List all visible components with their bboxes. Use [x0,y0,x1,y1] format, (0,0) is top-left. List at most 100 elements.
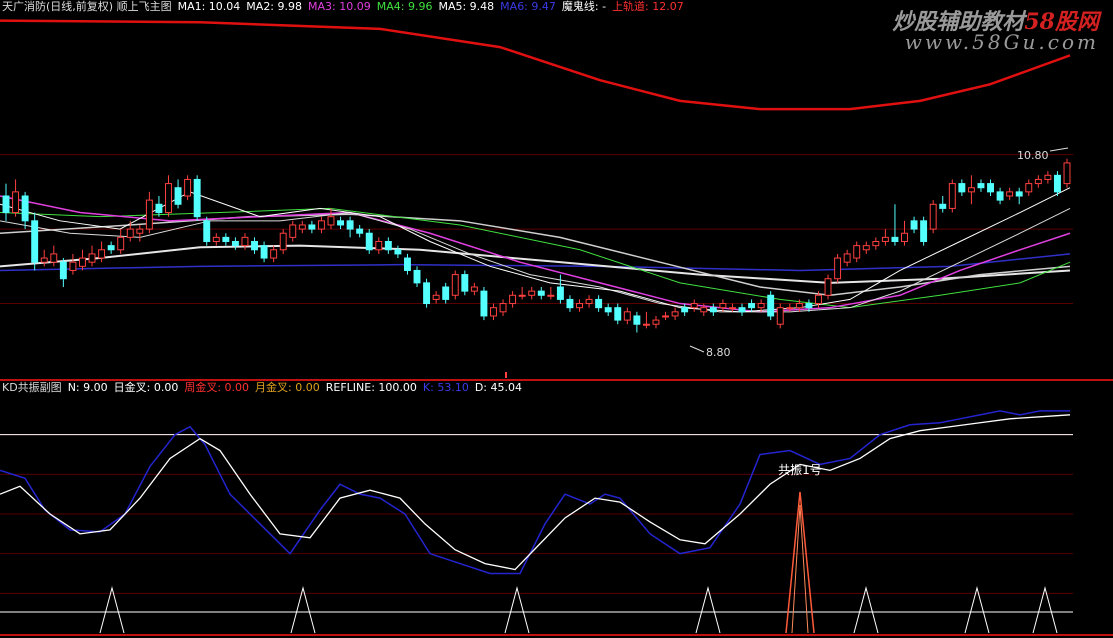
candle-body [451,274,459,296]
candle-body [939,203,947,209]
candle-body [384,241,392,251]
d-line [0,414,1071,571]
candle-body [193,178,201,218]
candle-body [69,261,77,271]
candle-body [642,323,650,326]
candle-body [499,303,507,313]
main-header-ma4: MA4: 9.96 [376,0,433,13]
candle-body [165,183,172,214]
candle-body [509,294,517,305]
sub-header-title: KD共振副图 [2,381,62,394]
candle-body [365,232,373,251]
min-price-arrow [689,345,705,353]
candle-body [700,307,708,313]
candle-body [145,199,153,230]
candle-body [184,178,192,197]
candle-body [996,191,1004,201]
signal-spike [964,586,990,634]
candle-body [824,278,832,296]
candle-body [117,236,125,251]
ma2-line [0,213,1071,297]
candle-body [98,249,106,259]
sub-indicator-header: KD共振副图 N: 9.00 日金叉: 0.00 周金叉: 0.00 月金叉: 0.00… [2,381,522,395]
candle-body [958,183,966,193]
candle-body [337,220,345,226]
candle-body [910,220,918,230]
candle-body [881,236,889,242]
candle-body [920,220,928,242]
candle-body [59,261,67,280]
candle-body [872,241,880,247]
signal-spike [1032,586,1058,634]
candle-body [356,228,364,234]
sub-header-monthcross: 月金叉: 0.00 [255,381,320,394]
candle-body [1015,191,1023,197]
candle-body [595,298,603,309]
candle-body [585,298,593,305]
sub-header-d: D: 45.04 [474,381,522,394]
candle-body [901,232,908,243]
candle-body [1006,191,1014,197]
candle-body [709,307,717,313]
candle-body [260,245,268,259]
main-header-ma5: MA5: 9.48 [438,0,495,13]
candle-body [690,303,698,309]
main-header-ghost: 魔鬼线: - [561,0,607,13]
candle-body [767,294,775,317]
candle-body [212,236,220,242]
candle-body [155,203,163,214]
candle-body [289,224,297,238]
candle-body [480,290,488,317]
watermark-url: www.58Gu.com [904,30,1099,54]
candle-body [757,303,765,309]
sub-header-n: N: 9.00 [67,381,108,394]
candle-body [576,303,583,309]
signal-spike [853,586,879,634]
candle-body [537,290,545,296]
candle-body [967,187,975,193]
candle-body [308,224,316,230]
candle-body [31,220,39,263]
candle-body [461,274,469,292]
candle-body [1053,174,1061,193]
candle-body [929,203,937,230]
main-header-ma6: MA6: 9.47 [500,0,556,13]
ma6-line [0,253,1071,272]
candle-body [853,245,861,259]
candle-body [241,236,249,247]
min-price-label: 8.80 [706,346,731,359]
candle-body [805,303,813,309]
candle-body [1034,178,1042,185]
candle-body [21,195,29,222]
candle-body [728,307,736,310]
candle-body [633,315,641,325]
candle-body [1025,183,1033,193]
candle-body [88,253,96,263]
signal-spike [504,586,530,634]
candle-body [891,236,899,242]
signal-spike [695,586,721,634]
candle-body [843,253,851,263]
candle-body [50,253,58,263]
candle-body [270,249,278,259]
signal-spike [99,586,125,634]
candle-body [987,183,994,193]
candle-body [432,294,440,300]
candle-body [12,191,20,214]
candle-body [222,236,230,242]
candle-body [528,290,536,296]
candle-body [1063,162,1071,185]
price-chart[interactable]: 10.80 8.80 共振1号 [0,0,1113,638]
candle-body [623,311,631,321]
main-header-ma1: MA1: 10.04 [177,0,241,13]
resonance-label: 共振1号 [778,463,822,477]
candle-body [614,307,622,321]
main-header-title: 天广消防(日线,前复权) 顺上飞主图 [2,0,172,13]
candle-body [662,315,670,318]
candle-body [834,257,842,280]
candle-body [652,319,660,325]
candle-body [79,257,86,267]
candle-body [977,183,985,189]
candle-body [298,224,306,230]
candle-body [136,228,144,234]
